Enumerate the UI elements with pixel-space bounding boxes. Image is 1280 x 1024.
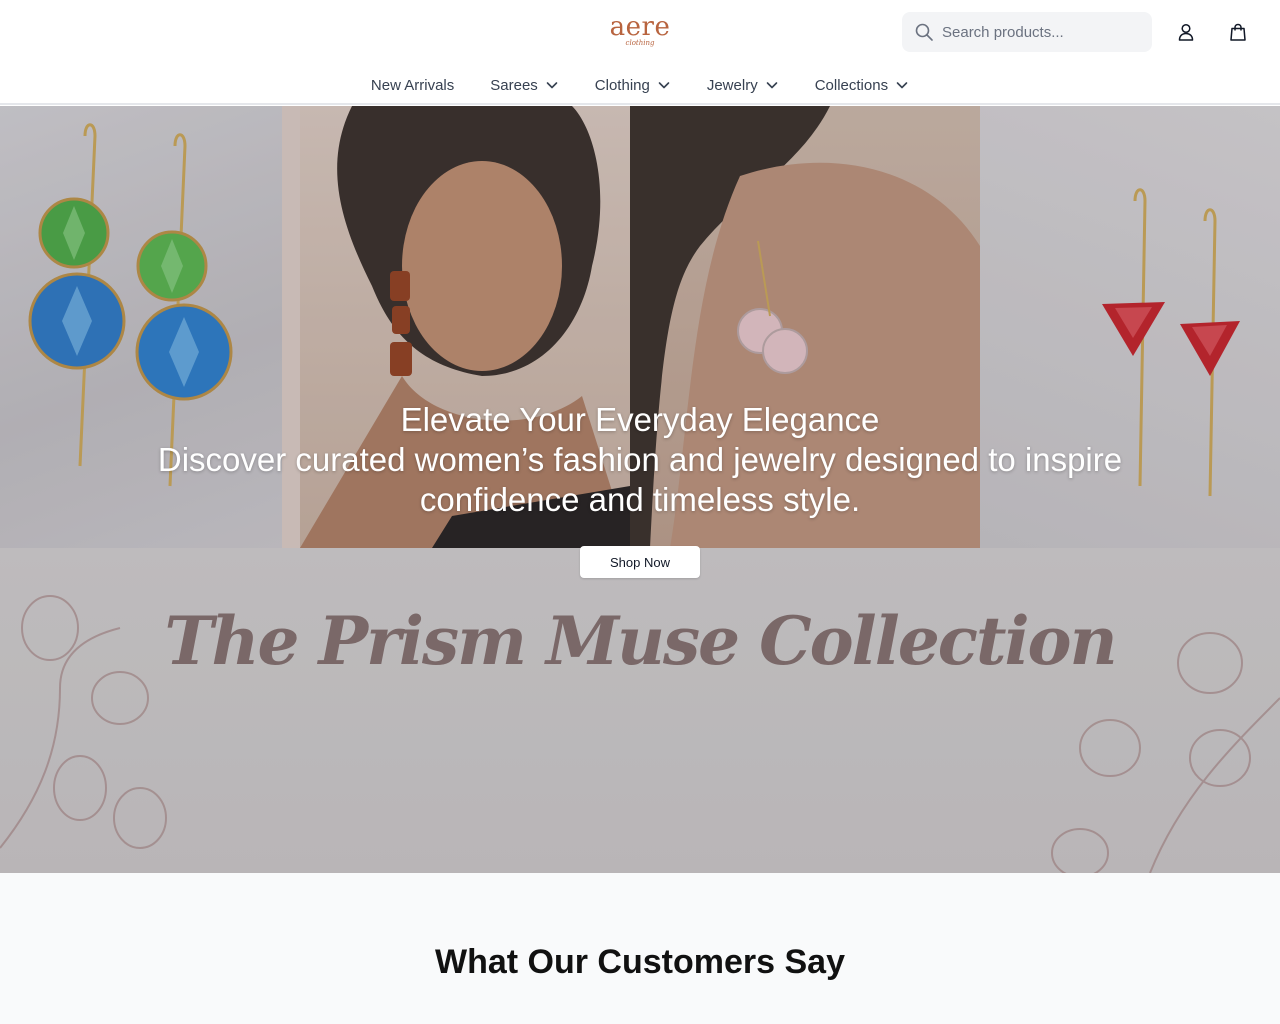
hero-text: Elevate Your Everyday Elegance Discover … — [100, 400, 1180, 520]
nav-item-collections[interactable]: Collections — [815, 70, 909, 100]
nav-label: Clothing — [594, 76, 650, 94]
hero-title: Elevate Your Everyday Elegance — [400, 401, 880, 438]
nav-item-new-arrivals[interactable]: New Arrivals — [371, 70, 454, 100]
nav-item-jewelry[interactable]: Jewelry — [707, 70, 779, 100]
search-bar[interactable] — [902, 12, 1152, 52]
testimonials-section: What Our Customers Say — [0, 873, 1280, 1024]
logo-text: aere — [609, 12, 671, 42]
hero-subtitle: Discover curated women’s fashion and jew… — [157, 441, 1123, 518]
chevron-down-icon — [896, 82, 908, 89]
site-header: aere clothing New Arrivals Sarees Clothi… — [0, 0, 1280, 105]
logo-subtext: clothing — [625, 39, 655, 47]
hero-banner: Elevate Your Everyday Elegance Discover … — [0, 106, 1280, 873]
chevron-down-icon — [766, 82, 778, 89]
shopping-bag-icon — [1230, 23, 1246, 41]
nav-label: New Arrivals — [370, 76, 455, 94]
nav-label: Sarees — [490, 76, 538, 94]
testimonials-heading: What Our Customers Say — [435, 943, 845, 981]
chevron-down-icon — [658, 82, 670, 89]
cart-button[interactable] — [1226, 20, 1250, 44]
chevron-down-icon — [546, 82, 558, 89]
main-nav: New Arrivals Sarees Clothing Jewelry Col… — [0, 70, 1280, 100]
brand-logo[interactable]: aere clothing — [596, 14, 684, 54]
nav-item-sarees[interactable]: Sarees — [490, 70, 559, 100]
user-icon — [1178, 23, 1194, 41]
search-icon — [915, 23, 933, 41]
account-button[interactable] — [1174, 20, 1198, 44]
search-input[interactable] — [942, 23, 1142, 41]
nav-item-clothing[interactable]: Clothing — [595, 70, 671, 100]
nav-label: Collections — [814, 76, 889, 94]
shop-now-button[interactable]: Shop Now — [580, 546, 700, 578]
collection-title: The Prism Muse Collection — [164, 602, 1117, 680]
nav-label: Jewelry — [706, 76, 758, 94]
